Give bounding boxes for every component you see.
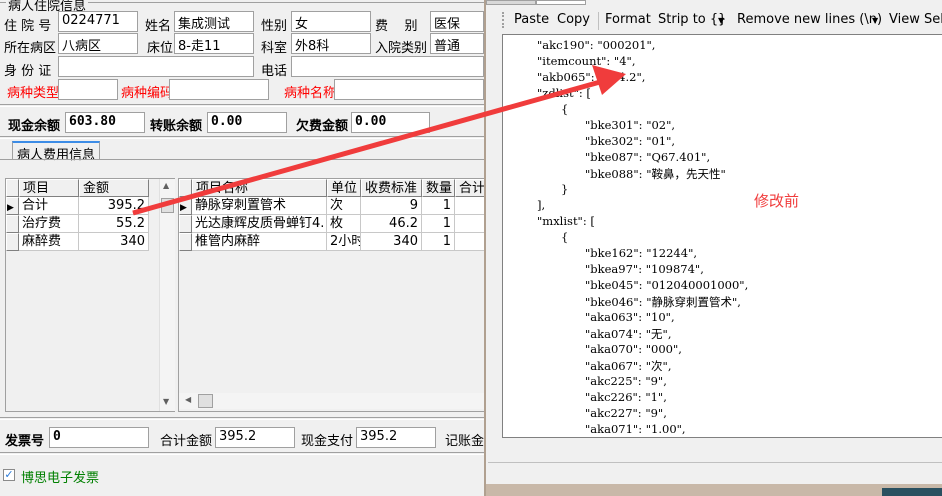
annotation-arrow [132,65,626,216]
arrow-head [592,65,626,95]
arrow-tail [132,136,401,214]
